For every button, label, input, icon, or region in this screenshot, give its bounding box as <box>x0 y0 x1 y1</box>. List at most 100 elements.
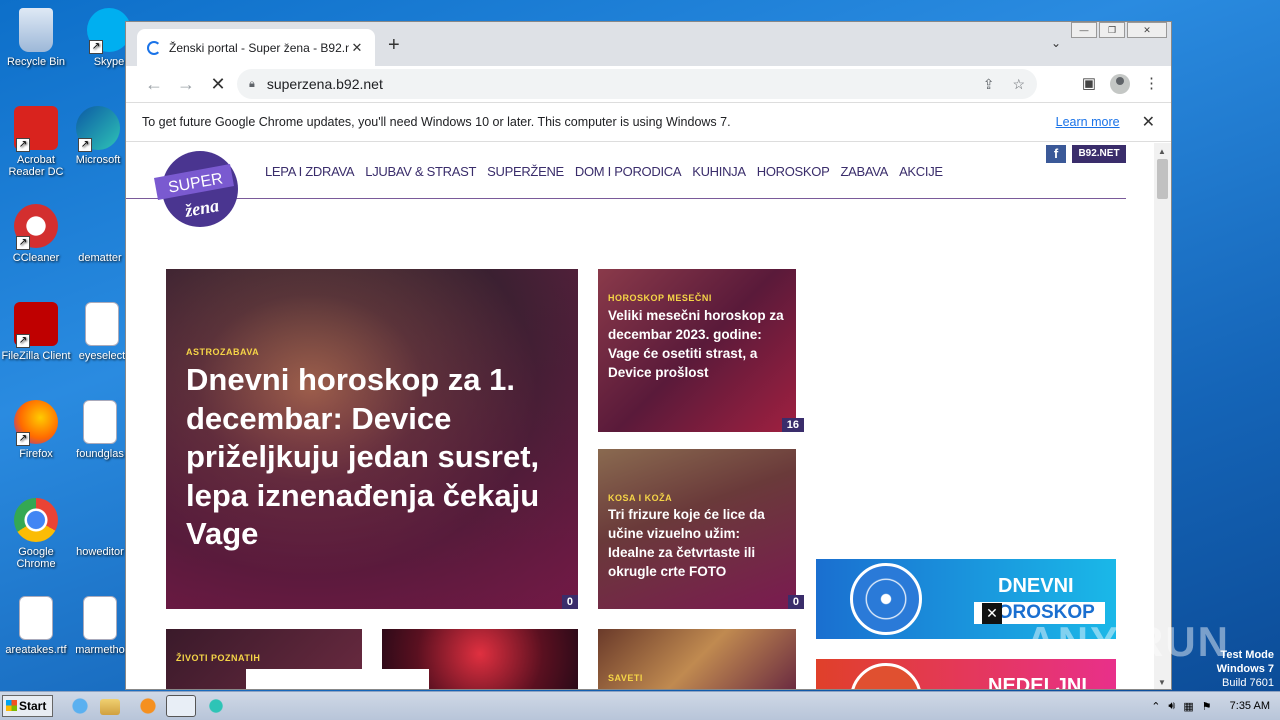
menu-item-zabava[interactable]: ZABAVA <box>840 164 888 179</box>
infobar-close-icon[interactable]: ✕ <box>1142 112 1155 132</box>
chrome-icon <box>14 498 58 542</box>
desktop-icon-chrome[interactable]: Google Chrome <box>1 498 71 570</box>
menu-item-akcije[interactable]: AKCIJE <box>899 164 943 179</box>
chrome-taskbar-icon[interactable] <box>166 695 196 717</box>
learn-more-link[interactable]: Learn more <box>1056 115 1120 129</box>
window-controls: — ❐ ✕ <box>1069 22 1167 38</box>
page-scrollbar[interactable]: ▲ ▼ <box>1154 143 1171 689</box>
hero-article[interactable]: ASTROZABAVA Dnevni horoskop za 1. decemb… <box>166 269 578 609</box>
back-arrow-icon[interactable]: ← <box>138 74 170 95</box>
desktop-icon-label: Acrobat Reader DC <box>8 154 64 178</box>
page-viewport: SUPER žena LEPA I ZDRAVA LJUBAV & STRAST… <box>126 143 1156 689</box>
desktop-icon-label: Skype <box>93 56 125 68</box>
side-article-2[interactable]: KOSA I KOŽA Tri frizure koje će lice da … <box>598 449 804 609</box>
desktop-icon-ccleaner[interactable]: ↗ CCleaner <box>1 204 71 264</box>
ad-close-icon[interactable]: ✕ <box>982 603 1002 624</box>
desktop-icon-firefox[interactable]: ↗ Firefox <box>1 400 71 460</box>
test-mode-text: Test Mode Windows 7 Build 7601 <box>1217 648 1274 690</box>
tab-close-icon[interactable]: ✕ <box>349 40 365 56</box>
clock[interactable]: 7:35 AM <box>1230 700 1270 712</box>
desktop-icon-filezilla[interactable]: ↗ FileZilla Client <box>1 302 71 362</box>
maximize-button[interactable]: ❐ <box>1099 22 1125 38</box>
close-window-button[interactable]: ✕ <box>1127 22 1167 38</box>
desktop-icon-label: foundglas <box>76 448 124 460</box>
ad-text-line1: DNEVNI <box>998 575 1074 597</box>
bookmark-star-icon[interactable]: ☆ <box>1012 76 1025 93</box>
b92-link[interactable]: B92.NET <box>1072 145 1126 163</box>
minimize-button[interactable]: — <box>1071 22 1097 38</box>
share-icon[interactable]: ⇪ <box>983 76 995 93</box>
browser-tab[interactable]: Ženski portal - Super žena - B92.net ✕ <box>137 29 375 66</box>
superzena-logo[interactable]: SUPER žena <box>150 146 242 228</box>
new-tab-button[interactable]: + <box>388 34 400 57</box>
explorer-taskbar-icon[interactable] <box>100 699 120 715</box>
menu-kebab-icon[interactable]: ⋮ <box>1144 74 1159 94</box>
side-article-1-comment-count[interactable]: 16 <box>781 418 804 432</box>
desktop-icon-areatakes[interactable]: areatakes.rtf <box>1 596 71 656</box>
desktop-icon-label: CCleaner <box>12 252 60 264</box>
menu-item-kuhinja[interactable]: KUHINJA <box>692 164 746 179</box>
site-header: SUPER žena LEPA I ZDRAVA LJUBAV & STRAST… <box>126 143 1126 227</box>
desktop-icon-recycle-bin[interactable]: Recycle Bin <box>1 8 71 68</box>
desktop-icon-edge[interactable]: ↗ Microsoft <box>63 106 133 166</box>
media-player-taskbar-icon[interactable] <box>134 695 162 717</box>
url-text[interactable]: superzena.b92.net <box>267 76 965 92</box>
tray-expand-icon[interactable]: ⌃ <box>1151 700 1160 713</box>
hero-comment-count[interactable]: 0 <box>561 595 578 609</box>
flag-icon[interactable]: ⚑ <box>1202 700 1212 713</box>
side-panel-icon[interactable]: ▣ <box>1082 74 1096 94</box>
bottom-article-3[interactable]: SAVETI <box>598 629 796 689</box>
acrobat-icon: ↗ <box>14 106 58 152</box>
facebook-icon[interactable]: f <box>1046 145 1066 163</box>
scroll-up-icon[interactable]: ▲ <box>1158 147 1166 156</box>
file-icon <box>78 498 122 542</box>
edge-icon: ↗ <box>76 106 120 152</box>
desktop-icon-label: eyeselect <box>78 350 126 362</box>
forward-arrow-icon[interactable]: → <box>170 74 202 95</box>
network-icon[interactable]: ▦ <box>1183 700 1193 713</box>
infobar-message: To get future Google Chrome updates, you… <box>142 115 731 129</box>
test-mode-line3: Build 7601 <box>1222 677 1274 689</box>
test-mode-line2: Windows 7 <box>1216 663 1274 675</box>
desktop-icon-label: Firefox <box>19 448 53 460</box>
title-bar: Ženski portal - Super žena - B92.net ✕ +… <box>126 22 1171 66</box>
side-article-1-category[interactable]: HOROSKOP MESEČNI <box>608 293 712 303</box>
menu-item-superzene[interactable]: SUPERŽENE <box>487 164 564 179</box>
desktop-icon-label: marmetho <box>75 644 125 656</box>
start-button[interactable]: Start <box>2 695 53 717</box>
system-tray: ⌃ 🔊︎ ▦ ⚑ 7:35 AM <box>1141 692 1280 720</box>
menu-item-horoskop[interactable]: HOROSKOP <box>757 164 830 179</box>
ie-taskbar-icon[interactable] <box>66 695 94 717</box>
desktop-icon-label: howeditor <box>76 546 124 558</box>
update-infobar: To get future Google Chrome updates, you… <box>126 102 1171 142</box>
side-article-2-title[interactable]: Tri frizure koje će lice da učine vizuel… <box>608 505 788 581</box>
side-article-2-category[interactable]: KOSA I KOŽA <box>608 493 672 503</box>
scrollbar-thumb[interactable] <box>1157 159 1168 199</box>
bottom-article-1-category[interactable]: ŽIVOTI POZNATIH <box>176 653 260 663</box>
menu-item-lepa-i-zdrava[interactable]: LEPA I ZDRAVA <box>265 164 355 179</box>
menu-item-dom-i-porodica[interactable]: DOM I PORODICA <box>575 164 682 179</box>
volume-icon[interactable]: 🔊︎ <box>1168 700 1175 713</box>
bottom-article-3-category[interactable]: SAVETI <box>608 673 643 683</box>
desktop-icon-label: Google Chrome <box>16 546 56 570</box>
hero-title[interactable]: Dnevni horoskop za 1. decembar: Device p… <box>186 361 556 554</box>
hero-category[interactable]: ASTROZABAVA <box>186 347 259 357</box>
side-article-1[interactable]: HOROSKOP MESEČNI Veliki mesečni horoskop… <box>598 269 804 432</box>
side-article-1-title[interactable]: Veliki mesečni horoskop za decembar 2023… <box>608 306 788 382</box>
side-article-2-comment-count[interactable]: 0 <box>787 595 804 609</box>
desktop-icon-acrobat[interactable]: ↗ Acrobat Reader DC <box>1 106 71 178</box>
address-bar[interactable]: 🔒︎ superzena.b92.net ⇪ ☆ <box>237 69 1037 99</box>
firefox-icon: ↗ <box>14 400 58 446</box>
taskbar: Start ⌃ 🔊︎ ▦ ⚑ 7:35 AM <box>0 691 1280 720</box>
profile-avatar-icon[interactable] <box>1110 74 1130 94</box>
zodiac-wheel-icon <box>850 563 922 635</box>
ccleaner-icon: ↗ <box>14 204 58 250</box>
desktop-icon-label: dematter <box>78 252 122 264</box>
tab-search-chevron-icon[interactable]: ⌄ <box>1051 36 1061 50</box>
stop-loading-icon[interactable]: ✕ <box>202 74 234 95</box>
scroll-down-icon[interactable]: ▼ <box>1158 678 1166 687</box>
desktop-icon-label: Recycle Bin <box>6 56 66 68</box>
word-doc-icon <box>19 596 53 640</box>
edge-taskbar-icon[interactable] <box>202 695 230 717</box>
menu-item-ljubav-strast[interactable]: LJUBAV & STRAST <box>365 164 476 179</box>
